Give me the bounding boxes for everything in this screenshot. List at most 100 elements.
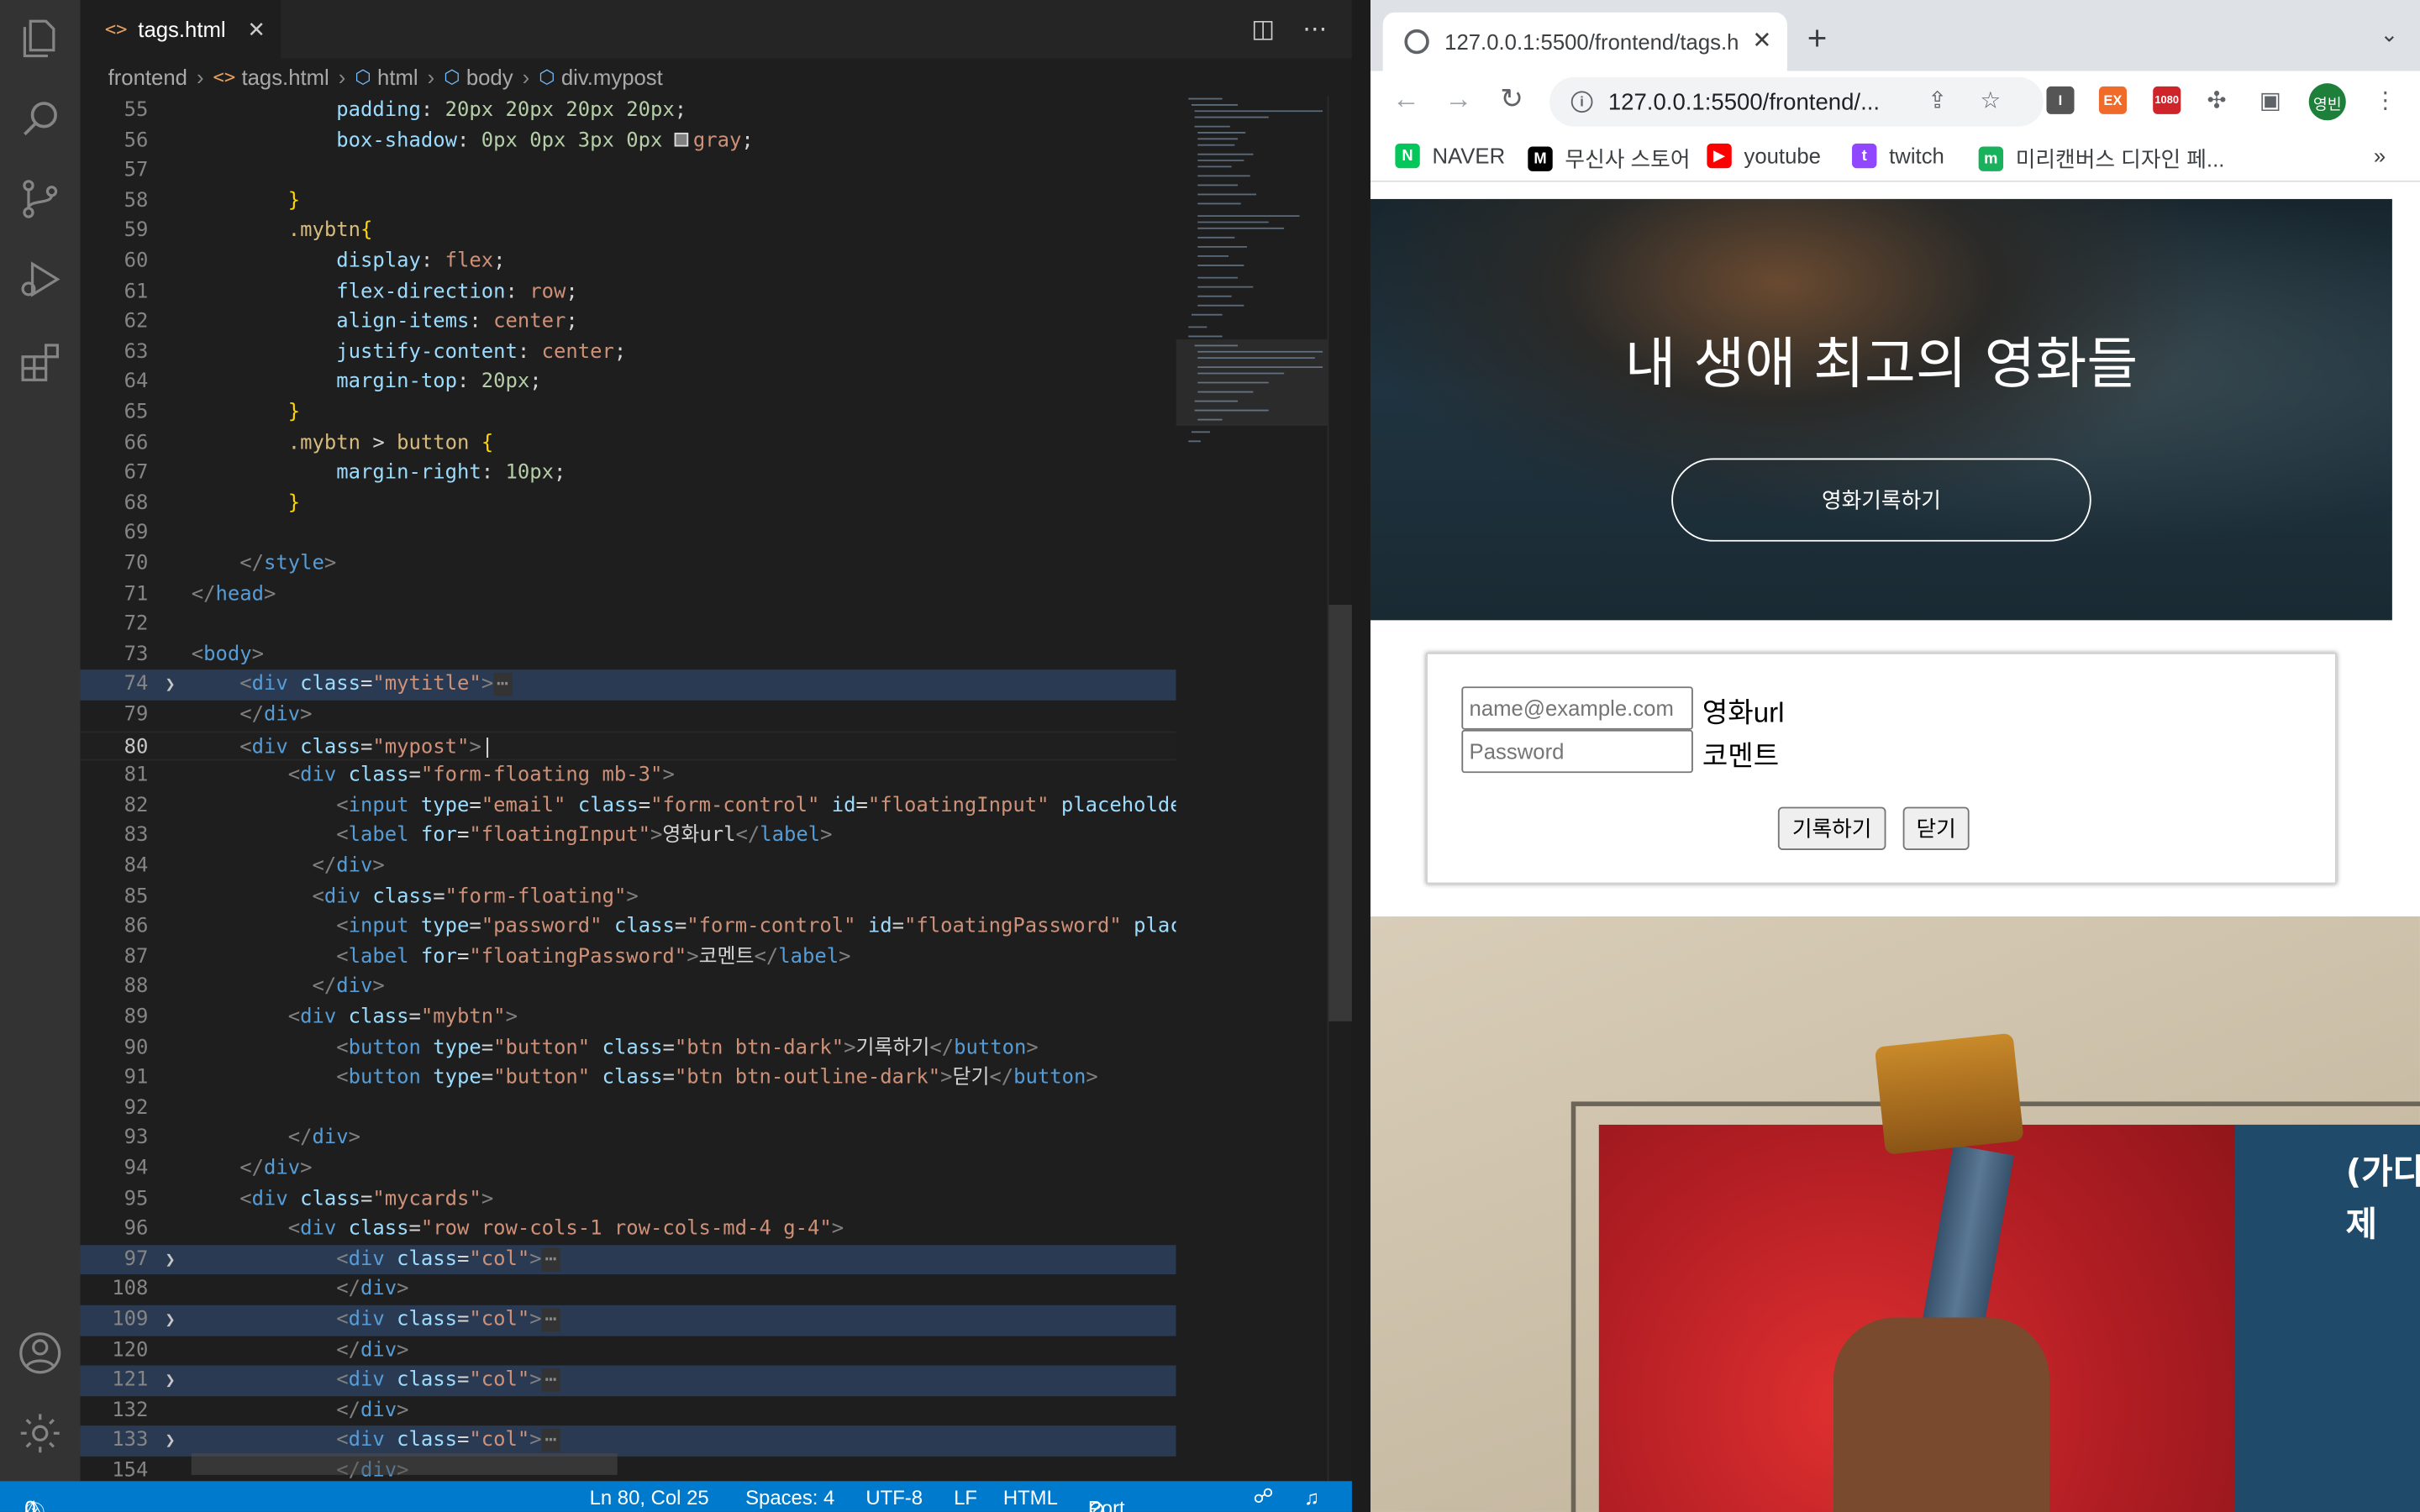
source-control-icon[interactable] xyxy=(17,176,63,222)
extension-icon[interactable]: EX xyxy=(2098,86,2127,114)
account-icon[interactable] xyxy=(17,1330,63,1376)
code-line[interactable]: 65 } xyxy=(81,398,1176,428)
code-line[interactable]: 72 xyxy=(81,610,1176,640)
code-line[interactable]: 94 </div> xyxy=(81,1154,1176,1184)
code-line[interactable]: 87 <label for="floatingPassword">코멘트</la… xyxy=(81,942,1176,973)
code-line[interactable]: 63 justify-content: center; xyxy=(81,338,1176,368)
address-bar[interactable]: i 127.0.0.1:5500/frontend/... xyxy=(1549,76,2044,127)
share-icon[interactable]: ⇪ xyxy=(1928,87,1947,114)
breadcrumb-item[interactable]: tags.html xyxy=(241,65,329,89)
breadcrumb-item[interactable]: frontend xyxy=(108,65,187,89)
minimap[interactable] xyxy=(1176,95,1328,1482)
cursor-position[interactable]: Ln 80, Col 25 xyxy=(590,1485,709,1509)
code-line[interactable]: 70 </style> xyxy=(81,549,1176,580)
bookmark-naver[interactable]: N NAVER xyxy=(1395,143,1505,169)
code-line[interactable]: 62 align-items: center; xyxy=(81,307,1176,338)
extensions-puzzle-icon[interactable]: ✣ xyxy=(2207,87,2226,114)
code-line[interactable]: 71 </head> xyxy=(81,580,1176,610)
search-icon[interactable] xyxy=(17,96,63,142)
code-line[interactable]: 56 box-shadow: 0px 0px 3px 0px gray; xyxy=(81,126,1176,156)
code-line[interactable]: 80 <div class="mypost">| xyxy=(80,730,1176,761)
more-actions-icon[interactable]: ⋯ xyxy=(1302,14,1327,45)
code-line[interactable]: 89 <div class="mybtn"> xyxy=(81,1003,1176,1033)
code-line[interactable]: 120 </div> xyxy=(81,1336,1176,1366)
bookmark-star-icon[interactable]: ☆ xyxy=(1980,87,2001,114)
code-line[interactable]: 95 <div class="mycards"> xyxy=(81,1184,1176,1215)
code-line[interactable]: 69 xyxy=(81,519,1176,549)
code-line[interactable]: 88 </div> xyxy=(81,973,1176,1003)
close-tab-icon[interactable]: ✕ xyxy=(1752,26,1771,54)
code-line[interactable]: 108 </div> xyxy=(81,1275,1176,1305)
extensions-icon[interactable] xyxy=(17,339,63,386)
code-line[interactable]: 82 <input type="email" class="form-contr… xyxy=(81,791,1176,822)
code-line[interactable]: 91 <button type="button" class="btn btn-… xyxy=(81,1063,1176,1094)
code-line[interactable]: 74 ❯ <div class="mytitle"> ⋯ xyxy=(80,669,1176,701)
tab-search-chevron-icon[interactable]: ⌄ xyxy=(2381,22,2399,48)
bookmark-miricanvas[interactable]: m 미리캔버스 디자인 페... xyxy=(1978,144,2224,175)
reload-icon[interactable]: ↻ xyxy=(1500,83,1523,116)
vertical-scrollbar[interactable] xyxy=(1327,95,1352,1482)
site-info-icon[interactable]: i xyxy=(1570,91,1593,113)
indentation[interactable]: Spaces: 4 xyxy=(745,1485,834,1509)
code-line[interactable]: 85 <div class="form-floating"> xyxy=(81,882,1176,912)
save-record-button[interactable]: 기록하기 xyxy=(1777,806,1886,851)
code-line[interactable]: 58 } xyxy=(81,186,1176,217)
code-line[interactable]: 57 xyxy=(81,156,1176,186)
code-line[interactable]: 59 .mybtn{ xyxy=(81,217,1176,247)
editor-tab-tags-html[interactable]: <> tags.html ✕ xyxy=(80,0,281,59)
fold-chevron-icon[interactable]: ❯ xyxy=(166,1245,176,1275)
window-divider[interactable] xyxy=(1351,0,1370,1512)
code-line[interactable]: 86 <input type="password" class="form-co… xyxy=(81,912,1176,942)
breadcrumb-item[interactable]: html xyxy=(377,65,418,89)
side-panel-icon[interactable]: ▣ xyxy=(2260,87,2281,114)
close-button[interactable]: 닫기 xyxy=(1902,806,1970,851)
breadcrumb-item[interactable]: div.mypost xyxy=(561,65,663,89)
notifications-bell-icon[interactable]: ♫ xyxy=(1304,1485,1319,1509)
browser-tab[interactable]: 127.0.0.1:5500/frontend/tags.h ✕ xyxy=(1382,12,1787,71)
fold-chevron-icon[interactable]: ❯ xyxy=(166,1305,176,1336)
bookmark-twitch[interactable]: t twitch xyxy=(1852,143,1944,169)
record-movie-button[interactable]: 영화기록하기 xyxy=(1671,458,2091,542)
extension-icon[interactable]: I xyxy=(2046,86,2075,114)
code-line[interactable]: 79 </div> xyxy=(81,701,1176,731)
language-mode[interactable]: HTML xyxy=(1003,1485,1058,1509)
movie-url-input[interactable]: name@example.com xyxy=(1461,686,1693,730)
fold-chevron-icon[interactable]: ❯ xyxy=(166,1426,176,1457)
settings-gear-icon[interactable] xyxy=(17,1410,63,1457)
code-line[interactable]: 68 } xyxy=(81,489,1176,519)
code-line[interactable]: 132 </div> xyxy=(81,1396,1176,1426)
feedback-icon[interactable]: ☍ xyxy=(1253,1484,1273,1509)
extension-icon[interactable]: 1080 xyxy=(2153,86,2181,114)
encoding[interactable]: UTF-8 xyxy=(865,1485,923,1509)
code-line[interactable]: 97 ❯ <div class="col"> ⋯ xyxy=(80,1244,1176,1275)
code-line[interactable]: 81 <div class="form-floating mb-3"> xyxy=(81,761,1176,791)
profile-avatar[interactable]: 영빈 xyxy=(2308,83,2346,121)
code-line[interactable]: 64 margin-top: 20px; xyxy=(81,368,1176,398)
run-debug-icon[interactable] xyxy=(17,256,63,302)
new-tab-icon[interactable]: + xyxy=(1807,18,1828,59)
forward-arrow-icon[interactable]: → xyxy=(1444,83,1472,116)
code-line[interactable]: 66 .mybtn > button { xyxy=(81,428,1176,459)
end-of-line[interactable]: LF xyxy=(954,1485,977,1509)
scrollbar-thumb[interactable] xyxy=(1328,604,1352,1021)
code-line[interactable]: 60 display: flex; xyxy=(81,247,1176,277)
code-line[interactable]: 73 <body> xyxy=(81,640,1176,670)
code-line[interactable]: 133 ❯ <div class="col"> ⋯ xyxy=(80,1425,1176,1457)
back-arrow-icon[interactable]: ← xyxy=(1392,83,1420,116)
code-line[interactable]: 109 ❯ <div class="col"> ⋯ xyxy=(80,1305,1176,1336)
explorer-icon[interactable] xyxy=(17,15,63,61)
horizontal-scrollbar-thumb[interactable] xyxy=(191,1453,618,1475)
comment-input[interactable]: Password xyxy=(1461,729,1693,774)
fold-chevron-icon[interactable]: ❯ xyxy=(166,1366,176,1396)
code-line[interactable]: 61 flex-direction: row; xyxy=(81,277,1176,307)
breadcrumb-item[interactable]: body xyxy=(466,65,513,89)
bookmark-youtube[interactable]: ▶ youtube xyxy=(1707,143,1821,169)
fold-chevron-icon[interactable]: ❯ xyxy=(166,670,176,701)
split-editor-icon[interactable]: ◫ xyxy=(1251,14,1275,45)
code-line[interactable]: 90 <button type="button" class="btn btn-… xyxy=(81,1033,1176,1063)
more-bookmarks-icon[interactable]: » xyxy=(2374,144,2386,168)
code-editor[interactable]: 55 padding: 20px 20px 20px 20px; 56 box-s… xyxy=(80,95,1176,1482)
code-line[interactable]: 121 ❯ <div class="col"> ⋯ xyxy=(80,1365,1176,1396)
code-line[interactable]: 84 </div> xyxy=(81,852,1176,882)
code-line[interactable]: 93 </div> xyxy=(81,1124,1176,1154)
